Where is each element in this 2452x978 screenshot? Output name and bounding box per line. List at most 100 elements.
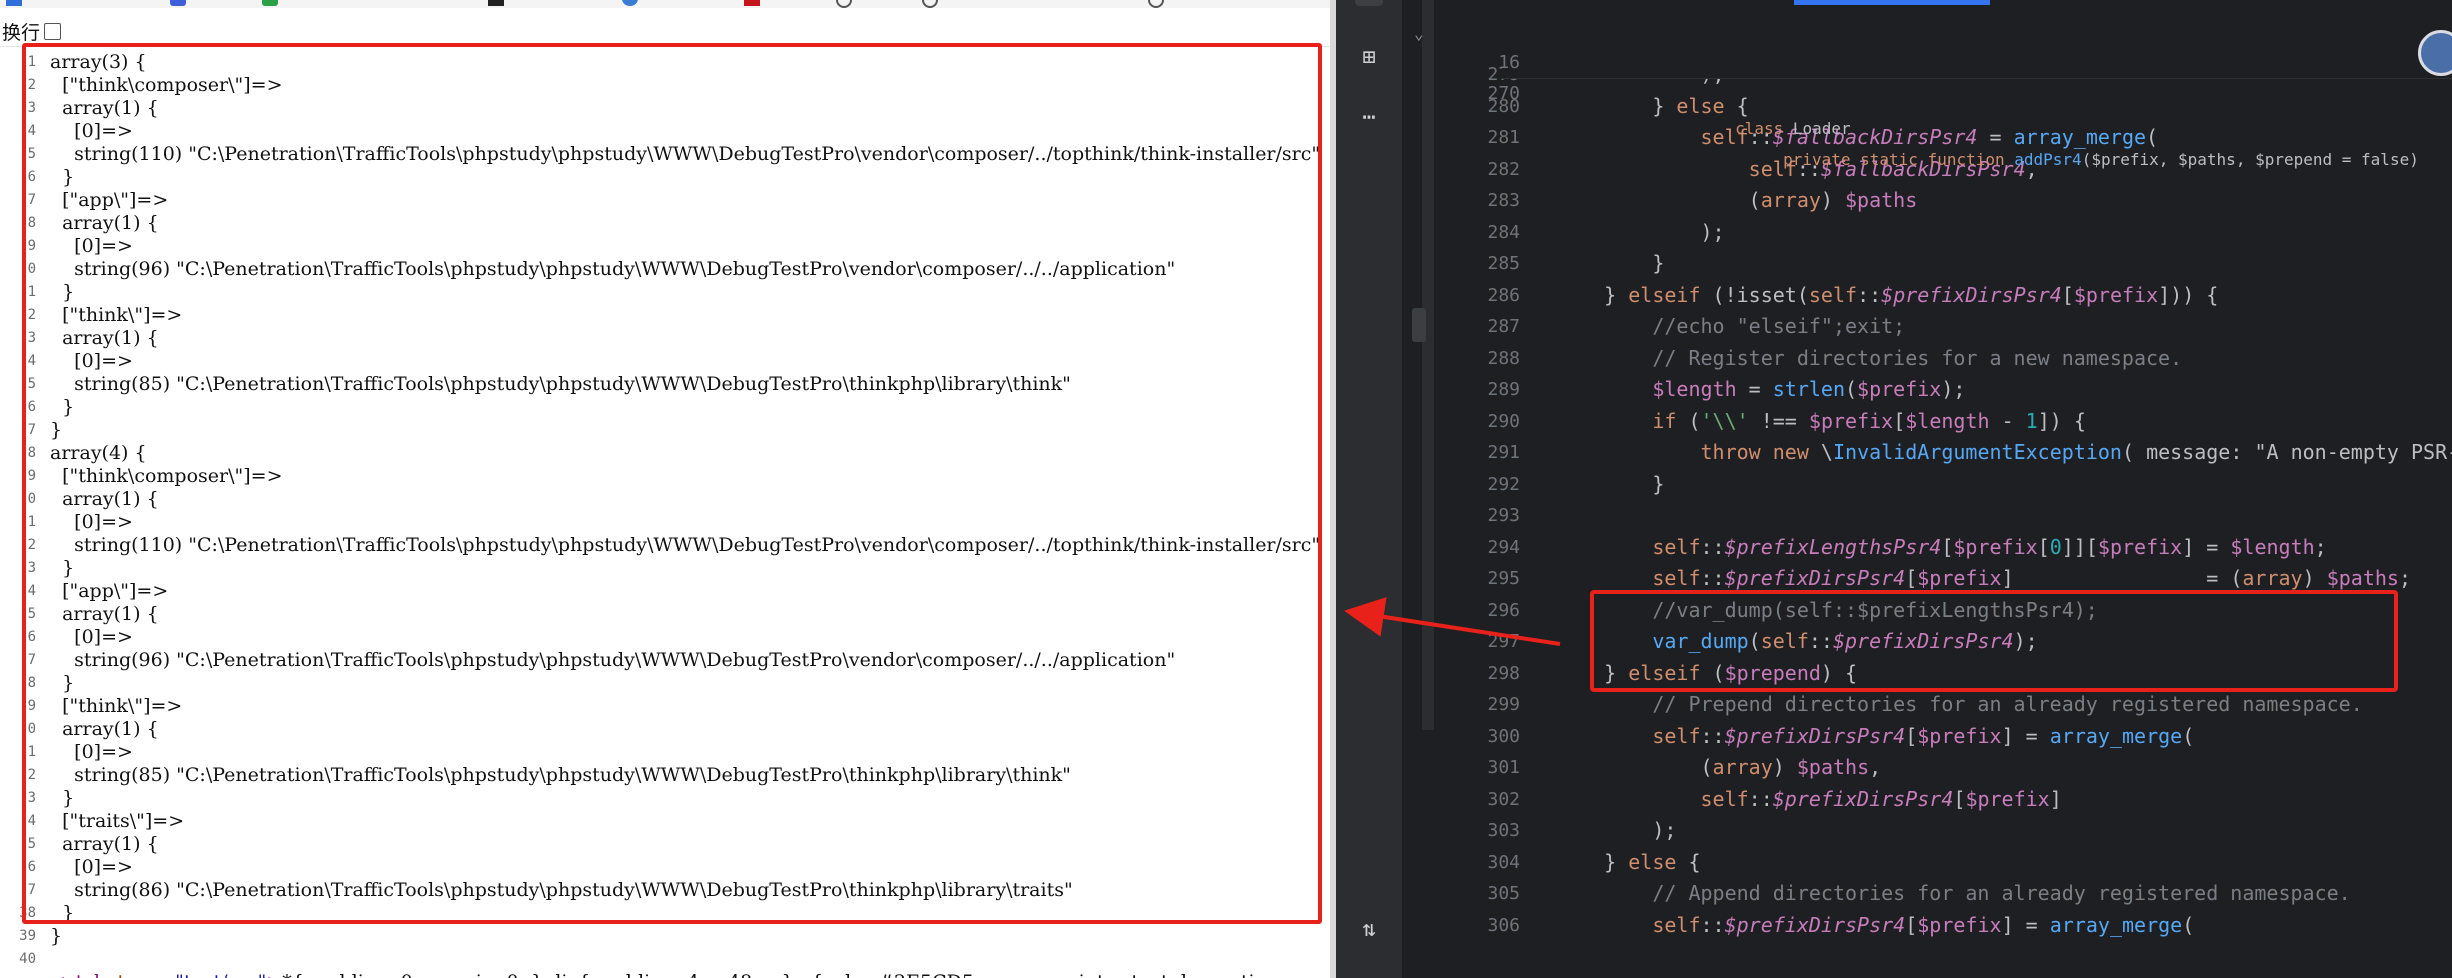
code-line-text: (array) $paths, [1556, 755, 1882, 779]
code-line-text: $length = strlen($prefix); [1652, 377, 1966, 401]
top-tool-button[interactable] [1355, 0, 1383, 6]
line-number: 294 [1487, 536, 1520, 558]
line-number: 281 [1487, 127, 1520, 148]
scroll-thumb[interactable] [1412, 308, 1426, 342]
highlight-box-code [1590, 590, 2398, 692]
code-line[interactable]: 301 (array) $paths, [1336, 751, 2452, 784]
line-number: 286 [1487, 284, 1520, 306]
style-tag-token: *{ padding: 0; margin: 0; } div{ padding… [282, 971, 1330, 978]
line-number: 296 [1487, 599, 1520, 621]
code-line-text: self::$prefixDirsPsr4[$prefix] [1700, 786, 2062, 811]
globe-icon[interactable] [836, 0, 852, 8]
line-number: 298 [1487, 662, 1520, 684]
sort-icon[interactable]: ⇅ [1355, 916, 1383, 944]
code-line-text: ); [1556, 219, 1725, 244]
bookmark-icon[interactable] [744, 0, 760, 6]
line-number: 287 [1487, 316, 1520, 337]
code-line[interactable]: 287 //echo "elseif";exit; [1336, 310, 2452, 343]
line-number: 289 [1487, 379, 1520, 400]
code-line-text: // Register directories for a new namesp… [1652, 345, 2183, 370]
code-line[interactable]: 300 self::$prefixDirsPsr4[$prefix] = arr… [1336, 720, 2452, 753]
code-line[interactable]: 290 if ('\\' !== $prefix[$length - 1]) { [1336, 405, 2452, 438]
line-number: 301 [1487, 757, 1520, 778]
line-number: 283 [1487, 190, 1520, 211]
line-number: 304 [1487, 851, 1520, 873]
line-number: 292 [1487, 473, 1520, 495]
sticky-fn-keywords: private static function [1783, 150, 2005, 169]
line-number: 295 [1487, 568, 1520, 589]
structure-icon[interactable]: ⊞ [1355, 44, 1383, 72]
line-number: 282 [1487, 158, 1520, 180]
sticky-fn-params: ($prefix, $paths, $prepend = false) [2081, 150, 2419, 169]
response-line-text: } [50, 925, 63, 947]
code-line-text: } else { [1556, 849, 1701, 874]
style-tag-token: > [266, 971, 282, 978]
code-line[interactable]: 286 } elseif (!isset(self::$prefixDirsPs… [1336, 279, 2452, 312]
globe-icon[interactable] [1148, 0, 1164, 8]
bookmark-icon[interactable] [488, 0, 504, 6]
code-line[interactable]: 302 self::$prefixDirsPsr4[$prefix] [1336, 783, 2452, 816]
code-line[interactable]: 304 } else { [1336, 846, 2452, 879]
code-line[interactable]: 288 // Register directories for a new na… [1336, 342, 2452, 375]
bookmark-icon[interactable] [6, 0, 22, 6]
code-line[interactable]: 289 $length = strlen($prefix); [1336, 373, 2452, 406]
line-number: 293 [1487, 505, 1520, 526]
line-wrap-label: 换行 [2, 22, 41, 44]
line-number: 284 [1487, 221, 1520, 243]
code-line[interactable]: 293 [1336, 499, 2452, 532]
code-line-text: // Prepend directories for an already re… [1652, 692, 2363, 716]
line-number: 285 [1487, 253, 1520, 274]
line-number: 297 [1487, 631, 1520, 652]
sticky-scope-header: 16 class Loader 270 private static funct… [1487, 0, 2452, 169]
editor-left-scrollbar[interactable] [1422, 0, 1434, 730]
line-wrap-checkbox[interactable] [44, 23, 61, 40]
code-line-text: } [1556, 471, 1665, 496]
browser-response-pane: 换行 1 array(3) {2 ["think\composer\"]=> 3 a… [0, 0, 1330, 978]
highlight-box-output [22, 43, 1322, 924]
bookmark-icon[interactable] [170, 0, 186, 6]
more-icon[interactable]: ⋯ [1355, 104, 1383, 132]
code-line[interactable]: 294 self::$prefixLengthsPsr4[$prefix[0]]… [1336, 531, 2452, 564]
line-number: 303 [1487, 820, 1520, 841]
globe-icon[interactable] [922, 0, 938, 8]
style-tag-token: type [117, 971, 159, 978]
code-line-text: } elseif (!isset(self::$prefixDirsPsr4[$… [1556, 282, 2219, 307]
code-line-text: self::$prefixDirsPsr4[$prefix] = array_m… [1652, 723, 2195, 748]
line-number: 305 [1487, 883, 1520, 904]
line-number: 39 [19, 928, 36, 944]
code-line[interactable]: 299 // Prepend directories for an alread… [1336, 688, 2452, 721]
style-tag-token: = [159, 971, 175, 978]
line-number: 302 [1487, 788, 1520, 810]
bookmark-icon[interactable] [262, 0, 278, 6]
code-line[interactable]: 285 } [1336, 247, 2452, 280]
code-line-text: self::$prefixLengthsPsr4[$prefix[0]][$pr… [1652, 534, 2327, 559]
code-line-text: } [1556, 251, 1665, 275]
bookmarks-bar [0, 0, 1330, 8]
code-line[interactable]: 306 self::$prefixDirsPsr4[$prefix] = arr… [1336, 909, 2452, 942]
code-line[interactable]: 303 ); [1336, 814, 2452, 847]
line-number: 291 [1487, 442, 1520, 463]
line-number: 290 [1487, 410, 1520, 432]
code-line-text: self::$prefixDirsPsr4[$prefix] = array_m… [1652, 912, 2195, 937]
line-number: 270 [1487, 83, 1520, 104]
bookmark-icon[interactable] [622, 0, 638, 6]
line-number: 306 [1487, 914, 1520, 936]
style-tag-token: "text/css" [175, 971, 266, 978]
line-number: 288 [1487, 347, 1520, 369]
line-number: 300 [1487, 725, 1520, 747]
sticky-fn-name: addPsr4 [2004, 150, 2082, 169]
line-number: 299 [1487, 694, 1520, 715]
ide-editor: 279 );280 } else {281 self::$fallbackDir… [1336, 0, 2452, 978]
active-tab-indicator [1794, 0, 1990, 5]
style-tag-token: <style [50, 971, 117, 978]
style-tag-line: <style type="text/css">*{ padding: 0; ma… [50, 971, 1330, 978]
code-line[interactable]: 305 // Append directories for an already… [1336, 877, 2452, 910]
code-line[interactable]: 292 } [1336, 468, 2452, 501]
chevron-down-icon[interactable]: ⌄ [1414, 24, 1424, 43]
code-line[interactable]: 284 ); [1336, 216, 2452, 249]
code-line-text: // Append directories for an already reg… [1652, 881, 2351, 905]
code-line-text: throw new \InvalidArgumentException( mes… [1700, 440, 2452, 464]
code-line-text: ); [1556, 818, 1677, 842]
tool-window-strip: ⊞ ⋯ ⇅ [1336, 0, 1402, 978]
code-line[interactable]: 291 throw new \InvalidArgumentException(… [1336, 436, 2452, 469]
